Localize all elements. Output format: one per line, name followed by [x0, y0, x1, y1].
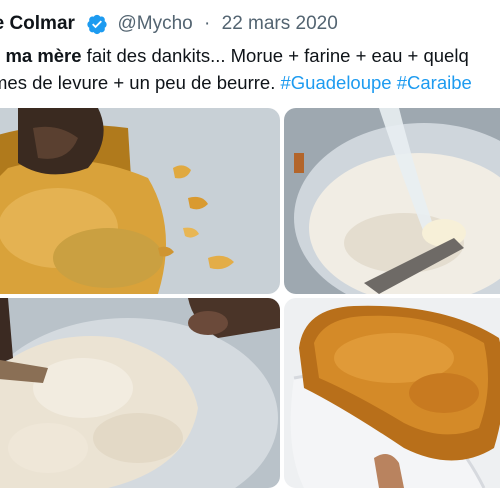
tweet-text: d ma mère fait des dankits... Morue + fa… [0, 42, 500, 96]
media-grid [0, 108, 500, 500]
hashtag-guadeloupe[interactable]: #Guadeloupe [280, 72, 391, 93]
tweet-text-line-1: d ma mère fait des dankits... Morue + fa… [0, 42, 500, 69]
text-fragment-rest: fait des dankits... Morue + farine + eau… [81, 45, 469, 66]
author-name[interactable]: ne Colmar [0, 10, 75, 38]
tweet-header: ne Colmar @Mycho · 22 mars 2020 [0, 10, 338, 38]
photo-fried-dankit[interactable] [284, 298, 500, 488]
shredded-cod-image [0, 108, 280, 294]
photo-flour-water[interactable] [284, 108, 500, 294]
photo-dough-bowl[interactable] [0, 298, 280, 488]
text-fragment-line2: mes de levure + un peu de beurre. [0, 72, 281, 93]
tweet-text-line-2: mes de levure + un peu de beurre. #Guade… [0, 69, 500, 96]
photo-shredded-cod[interactable] [0, 108, 280, 294]
author-handle[interactable]: @Mycho [117, 10, 192, 38]
hashtag-caraibe[interactable]: #Caraibe [397, 72, 472, 93]
dough-bowl-image [0, 298, 280, 488]
tweet-date[interactable]: 22 mars 2020 [222, 10, 338, 38]
flour-water-image [284, 108, 500, 294]
fried-dankit-image [284, 298, 500, 488]
header-separator: · [204, 13, 211, 34]
text-bold-fragment: ma mère [5, 45, 82, 66]
verified-badge-icon [86, 13, 108, 35]
